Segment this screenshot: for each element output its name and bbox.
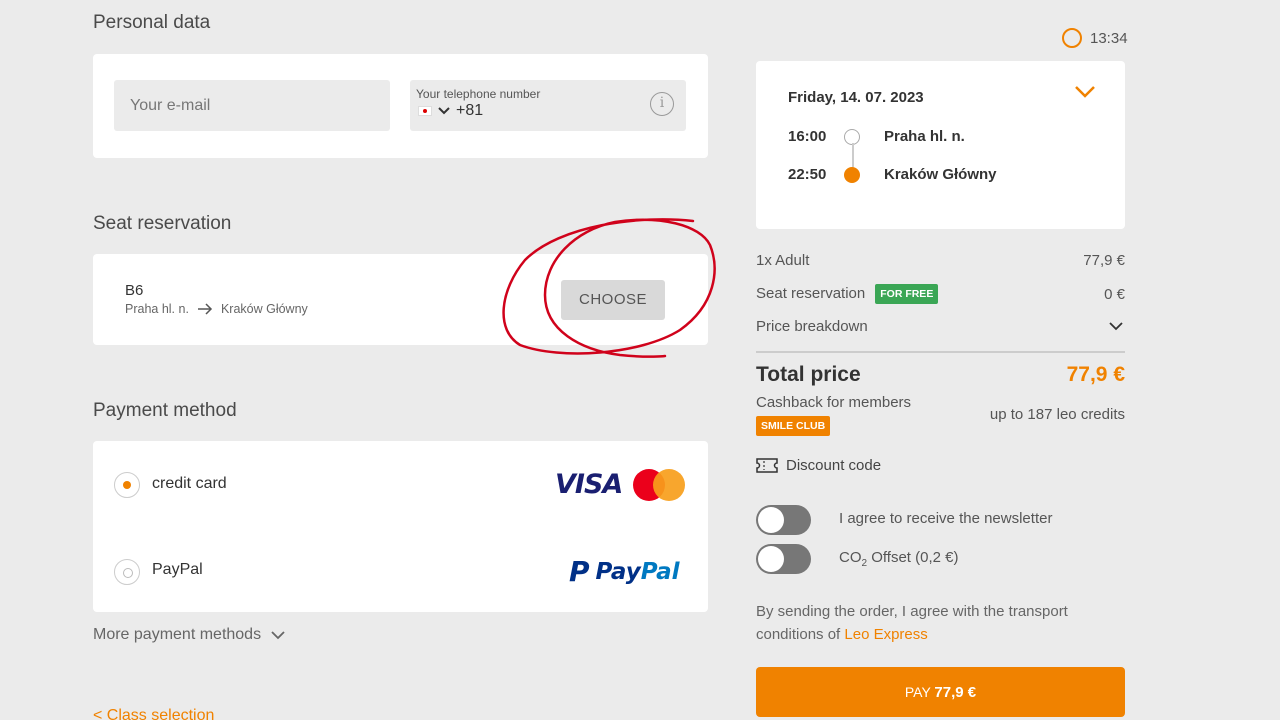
visa-logo: VISA xyxy=(555,469,623,500)
adult-price-row: 1x Adult 77,9 € xyxy=(756,252,1125,269)
arrival-dot xyxy=(844,166,860,183)
seat-price-row: Seat reservation FOR FREE 0 € xyxy=(756,284,1125,304)
ticket-icon xyxy=(756,458,778,473)
personal-data-card: Your e-mail Your telephone number +81 i xyxy=(93,54,708,158)
discount-code-label: Discount code xyxy=(786,457,882,474)
seat-price: 0 € xyxy=(1104,285,1125,303)
arrival-stop: 22:50 Kraków Główny xyxy=(788,166,997,183)
adult-label: 1x Adult xyxy=(756,252,810,269)
arrow-right-icon xyxy=(197,303,212,315)
newsletter-label: I agree to receive the newsletter xyxy=(839,510,1053,527)
seat-route: Praha hl. n. Kraków Główny xyxy=(125,302,308,316)
paypal-radio[interactable] xyxy=(114,559,140,585)
departure-station: Praha hl. n. xyxy=(884,128,965,145)
total-value: 77,9 € xyxy=(1066,363,1125,386)
price-breakdown-toggle[interactable]: Price breakdown xyxy=(756,318,1125,335)
discount-code-link[interactable]: Discount code xyxy=(756,457,1125,474)
email-field[interactable]: Your e-mail xyxy=(114,80,390,131)
co2-offset-toggle[interactable] xyxy=(756,544,811,574)
pay-button[interactable]: PAY 77,9 € xyxy=(756,667,1125,717)
cashback-row: Cashback for members SMILE CLUB up to 18… xyxy=(756,394,1125,436)
arrival-station: Kraków Główny xyxy=(884,166,997,183)
trip-summary-card: Friday, 14. 07. 2023 16:00 Praha hl. n. … xyxy=(756,61,1125,229)
summary-divider xyxy=(756,351,1125,353)
smile-club-badge: SMILE CLUB xyxy=(756,416,831,436)
seat-route-to: Kraków Główny xyxy=(220,302,308,316)
mastercard-logo xyxy=(633,469,685,501)
seat-reservation-title: Seat reservation xyxy=(93,213,232,234)
paypal-logo: P PayPal xyxy=(569,555,680,588)
departure-time: 16:00 xyxy=(788,128,827,145)
payment-method-title: Payment method xyxy=(93,400,237,421)
class-selection-link[interactable]: < Class selection xyxy=(93,707,214,720)
phone-prefix: +81 xyxy=(456,102,484,119)
route-line xyxy=(852,143,854,167)
terms-text: By sending the order, I agree with the t… xyxy=(756,603,1068,643)
co2-offset-label: CO2 Offset (0,2 €) xyxy=(839,549,959,569)
payment-method-card: credit card VISA PayPal P PayPal xyxy=(93,441,708,612)
seat-reservation-card: B6 Praha hl. n. Kraków Główny CHOOSE xyxy=(93,254,708,345)
timer-value: 13:34 xyxy=(1090,29,1128,47)
chevron-down-icon xyxy=(438,107,450,115)
total-price-row: Total price 77,9 € xyxy=(756,363,1125,387)
info-icon[interactable]: i xyxy=(650,92,674,116)
cashback-value: up to 187 leo credits xyxy=(989,406,1125,423)
total-label: Total price xyxy=(756,363,861,386)
paypal-mark-icon: P xyxy=(569,555,590,588)
credit-card-label: credit card xyxy=(152,475,227,492)
newsletter-toggle[interactable] xyxy=(756,505,811,535)
chevron-down-icon xyxy=(1109,322,1123,331)
credit-card-radio[interactable] xyxy=(114,472,140,498)
adult-price: 77,9 € xyxy=(1083,252,1125,269)
timer-icon xyxy=(1062,28,1082,48)
more-payment-methods-link[interactable]: More payment methods xyxy=(93,626,285,644)
arrival-time: 22:50 xyxy=(788,166,827,183)
personal-data-title: Personal data xyxy=(93,12,211,33)
seat-label: Seat reservation xyxy=(756,284,866,302)
paypal-label: PayPal xyxy=(152,561,203,578)
free-badge: FOR FREE xyxy=(875,284,939,304)
session-timer: 13:34 xyxy=(1062,28,1128,48)
choose-seat-button[interactable]: CHOOSE xyxy=(561,280,665,320)
seat-route-from: Praha hl. n. xyxy=(125,302,189,316)
leo-express-link[interactable]: Leo Express xyxy=(844,626,927,643)
departure-stop: 16:00 Praha hl. n. xyxy=(788,128,965,145)
email-placeholder: Your e-mail xyxy=(130,97,211,114)
seat-id: B6 xyxy=(125,282,144,299)
japan-flag-icon xyxy=(418,106,432,116)
cashback-label: Cashback for members xyxy=(756,394,912,411)
chevron-down-icon[interactable] xyxy=(1074,85,1096,99)
chevron-down-icon xyxy=(271,630,285,639)
price-breakdown-label: Price breakdown xyxy=(756,318,868,335)
trip-date: Friday, 14. 07. 2023 xyxy=(788,89,924,106)
country-code-select[interactable]: +81 xyxy=(418,102,483,120)
phone-label: Your telephone number xyxy=(416,87,541,101)
phone-field[interactable]: Your telephone number +81 i xyxy=(410,80,686,131)
